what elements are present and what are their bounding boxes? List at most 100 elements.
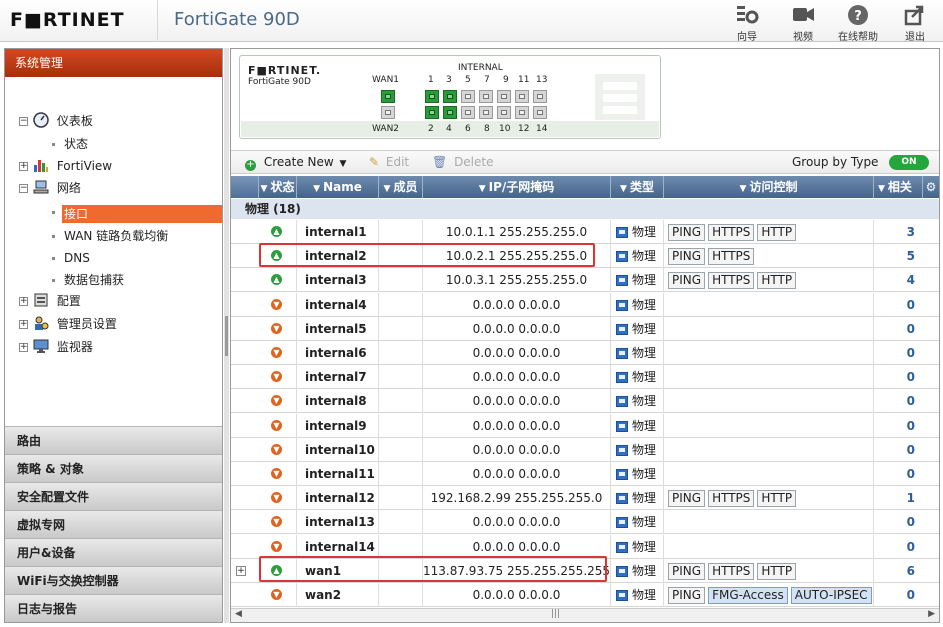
- port-wan2[interactable]: [381, 106, 395, 119]
- tree-item-status[interactable]: 状态: [52, 134, 88, 154]
- edit-button[interactable]: ✎ Edit: [369, 155, 409, 169]
- section-vpn[interactable]: 虚拟专网: [5, 510, 222, 538]
- port-14[interactable]: [533, 106, 547, 119]
- gear-icon[interactable]: ⚙: [926, 180, 937, 194]
- ref-count-link[interactable]: 4: [874, 268, 919, 292]
- group-header-physical[interactable]: 物理 (18): [231, 199, 939, 219]
- logout-button[interactable]: 退出: [893, 3, 937, 43]
- port-11[interactable]: [515, 90, 529, 103]
- port-8[interactable]: [479, 106, 493, 119]
- name-cell[interactable]: internal9: [297, 413, 379, 438]
- ref-count-link[interactable]: 0: [874, 365, 919, 389]
- expand-row-icon[interactable]: +: [236, 565, 246, 576]
- table-row[interactable]: ▼ internal10 0.0.0.0 0.0.0.0 物理 0: [231, 437, 939, 462]
- table-row[interactable]: ▼ internal7 0.0.0.0 0.0.0.0 物理 0: [231, 365, 939, 390]
- tree-item-dns[interactable]: DNS: [52, 248, 90, 268]
- ref-count-link[interactable]: 0: [874, 293, 919, 317]
- tree-item-interface[interactable]: 接口: [62, 205, 222, 223]
- column-ip-netmask[interactable]: ▼ IP/子网掩码: [423, 176, 611, 198]
- collapse-toggle[interactable]: −: [19, 184, 28, 193]
- scroll-right-icon[interactable]: ▶: [928, 609, 935, 619]
- collapse-toggle[interactable]: −: [19, 117, 28, 126]
- tree-item-config[interactable]: 配置: [33, 291, 81, 311]
- filter-icon[interactable]: ▼: [479, 184, 486, 194]
- ref-count-link[interactable]: 6: [874, 559, 919, 583]
- ref-count-link[interactable]: 5: [874, 244, 919, 268]
- name-cell[interactable]: wan2: [297, 583, 379, 607]
- port-12[interactable]: [515, 106, 529, 119]
- port-2[interactable]: [425, 106, 439, 119]
- table-row[interactable]: ▼ internal11 0.0.0.0 0.0.0.0 物理 0: [231, 462, 939, 486]
- tree-item-packet-capture[interactable]: 数据包捕获: [52, 270, 124, 290]
- expand-toggle[interactable]: +: [19, 343, 28, 352]
- table-row[interactable]: ▼ internal4 0.0.0.0 0.0.0.0 物理 0: [231, 292, 939, 317]
- port-13[interactable]: [533, 90, 547, 103]
- column-access[interactable]: ▼ 访问控制: [664, 176, 874, 198]
- name-cell[interactable]: internal12: [297, 486, 379, 511]
- filter-icon[interactable]: ▼: [384, 184, 391, 194]
- port-3[interactable]: [443, 90, 457, 103]
- filter-icon[interactable]: ▼: [878, 184, 885, 194]
- port-10[interactable]: [497, 106, 511, 119]
- section-router[interactable]: 路由: [5, 426, 222, 454]
- name-cell[interactable]: internal14: [297, 534, 379, 559]
- column-settings[interactable]: ⚙: [923, 176, 939, 198]
- filter-icon[interactable]: ▼: [620, 184, 627, 194]
- table-row[interactable]: ▲ internal3 10.0.3.1 255.255.255.0 物理 PING HT…: [231, 268, 939, 293]
- table-row[interactable]: ▼ internal8 0.0.0.0 0.0.0.0 物理 0: [231, 389, 939, 414]
- scroll-grip-icon[interactable]: |||: [551, 609, 560, 619]
- port-wan1[interactable]: [381, 90, 395, 103]
- ref-count-link[interactable]: 3: [874, 220, 919, 244]
- table-row[interactable]: ▲ internal1 10.0.1.1 255.255.255.0 物理 PING HT…: [231, 220, 939, 244]
- ref-count-link[interactable]: 0: [874, 462, 919, 486]
- port-9[interactable]: [497, 90, 511, 103]
- create-new-button[interactable]: + Create New ▼: [245, 155, 346, 171]
- name-cell[interactable]: internal1: [297, 220, 379, 244]
- ref-count-link[interactable]: 0: [874, 438, 919, 462]
- scroll-left-icon[interactable]: ◀: [235, 609, 242, 619]
- column-type[interactable]: ▼ 类型: [611, 176, 664, 198]
- table-row[interactable]: ▼ wan2 0.0.0.0 0.0.0.0 物理 PING FMG-Access AUTO…: [231, 583, 939, 607]
- column-name[interactable]: ▼ Name: [297, 176, 379, 198]
- table-row[interactable]: ▼ internal14 0.0.0.0 0.0.0.0 物理 0: [231, 534, 939, 559]
- name-cell[interactable]: internal8: [297, 389, 379, 414]
- tree-item-fortiview[interactable]: FortiView: [33, 156, 112, 176]
- ref-count-link[interactable]: 0: [874, 583, 919, 607]
- video-button[interactable]: 视频: [781, 3, 825, 43]
- help-button[interactable]: ? 在线帮助: [836, 3, 880, 43]
- ref-count-link[interactable]: 0: [874, 317, 919, 341]
- ref-count-link[interactable]: 0: [874, 510, 919, 534]
- filter-icon[interactable]: ▼: [261, 184, 268, 194]
- tree-item-monitor[interactable]: 监视器: [33, 337, 93, 357]
- delete-button[interactable]: 🗑 Delete: [432, 155, 494, 169]
- port-4[interactable]: [443, 106, 457, 119]
- tree-item-network[interactable]: 网络: [33, 178, 81, 198]
- column-status[interactable]: ▼ 状态: [259, 176, 297, 198]
- section-log-report[interactable]: 日志与报告: [5, 594, 222, 622]
- panel-splitter[interactable]: [224, 48, 229, 623]
- table-row[interactable]: ▼ internal5 0.0.0.0 0.0.0.0 物理 0: [231, 316, 939, 341]
- tree-item-admin[interactable]: 管理员设置: [33, 314, 117, 334]
- section-security-profiles[interactable]: 安全配置文件: [5, 482, 222, 510]
- ref-count-link[interactable]: 0: [874, 414, 919, 438]
- tree-item-dashboard[interactable]: 仪表板: [33, 111, 93, 131]
- table-row[interactable]: ▼ internal9 0.0.0.0 0.0.0.0 物理 0: [231, 413, 939, 438]
- group-by-toggle[interactable]: ON: [889, 155, 929, 170]
- ref-count-link[interactable]: 0: [874, 341, 919, 365]
- ref-count-link[interactable]: 1: [874, 486, 919, 510]
- name-cell[interactable]: internal10: [297, 437, 379, 462]
- name-cell[interactable]: internal6: [297, 341, 379, 365]
- table-row[interactable]: ▼ internal6 0.0.0.0 0.0.0.0 物理 0: [231, 341, 939, 365]
- horizontal-scrollbar[interactable]: ◀ ||| ▶: [231, 608, 939, 622]
- table-row[interactable]: ▼ internal13 0.0.0.0 0.0.0.0 物理 0: [231, 510, 939, 535]
- table-row[interactable]: ▼ internal12 192.168.2.99 255.255.255.0 物理 P…: [231, 486, 939, 511]
- splitter-grip[interactable]: [225, 316, 228, 356]
- wizard-button[interactable]: 向导: [725, 3, 769, 43]
- filter-icon[interactable]: ▼: [740, 184, 747, 194]
- name-cell[interactable]: internal3: [297, 268, 379, 293]
- port-1[interactable]: [425, 90, 439, 103]
- name-cell[interactable]: internal4: [297, 292, 379, 317]
- expand-toggle[interactable]: +: [19, 320, 28, 329]
- tree-item-wan-llb[interactable]: WAN 链路负载均衡: [52, 226, 168, 246]
- column-ref[interactable]: ▼ 相关: [874, 176, 923, 198]
